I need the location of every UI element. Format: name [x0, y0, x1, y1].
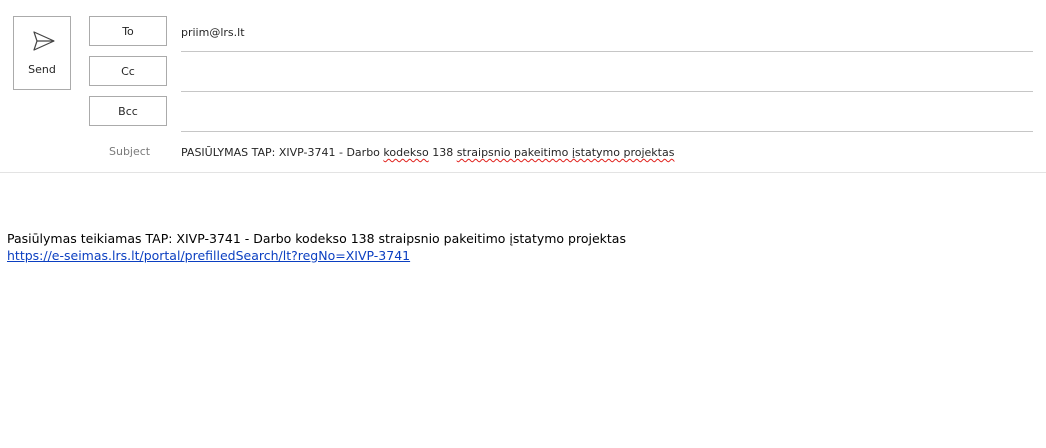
send-button[interactable]: Send: [13, 16, 71, 90]
message-body-link[interactable]: https://e-seimas.lrs.lt/portal/prefilled…: [7, 247, 410, 264]
subject-text-part: PASIŪLYMAS TAP: XIVP-3741 - Darbo: [181, 146, 384, 159]
to-field[interactable]: priim@lrs.lt: [181, 26, 245, 39]
to-field-underline: [181, 51, 1033, 52]
to-button[interactable]: To: [89, 16, 167, 46]
send-label: Send: [28, 63, 56, 76]
header-divider: [0, 172, 1046, 173]
subject-text-part: 138: [428, 146, 457, 159]
email-compose-window: Send To priim@lrs.lt Cc Bcc Subject PASI…: [0, 0, 1046, 448]
cc-field[interactable]: [181, 66, 1033, 82]
cc-field-underline: [181, 91, 1033, 92]
subject-misspelled-words: straipsnio pakeitimo įstatymo projektas: [456, 146, 675, 159]
subject-misspelled-word: kodekso: [383, 146, 429, 159]
send-icon: [33, 31, 55, 51]
bcc-button[interactable]: Bcc: [89, 96, 167, 126]
bcc-field[interactable]: [181, 106, 1033, 122]
message-body-text[interactable]: Pasiūlymas teikiamas TAP: XIVP-3741 - Da…: [7, 230, 626, 247]
bcc-field-underline: [181, 131, 1033, 132]
cc-button[interactable]: Cc: [89, 56, 167, 86]
subject-label: Subject: [109, 145, 151, 158]
subject-field[interactable]: PASIŪLYMAS TAP: XIVP-3741 - Darbo kodeks…: [181, 146, 674, 159]
